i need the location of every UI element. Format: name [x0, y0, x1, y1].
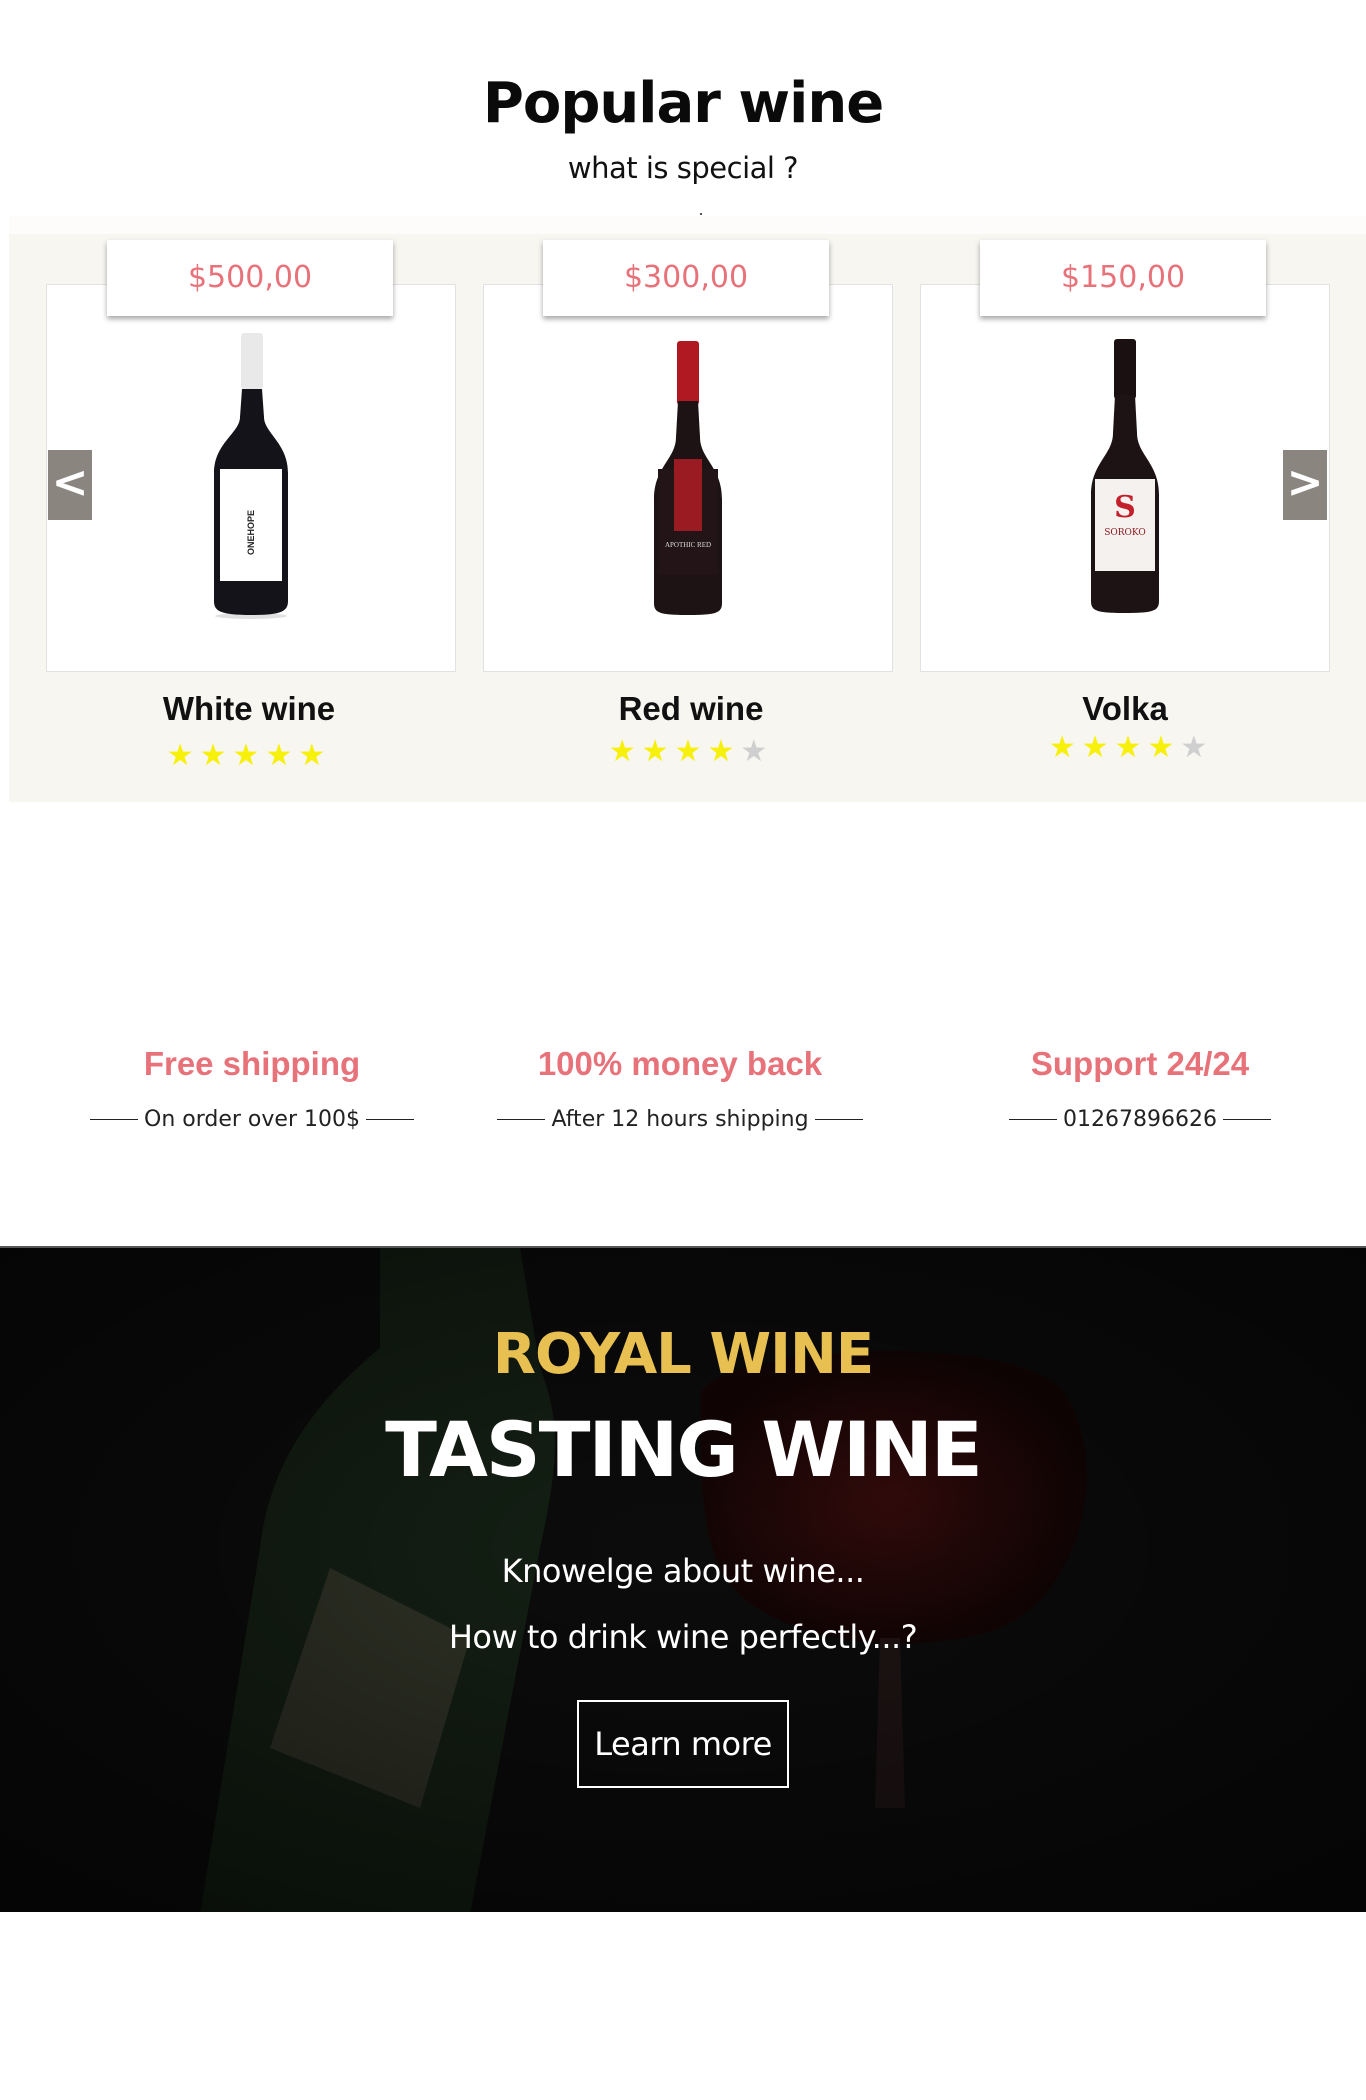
star-icon: ★: [1147, 730, 1181, 765]
star-icon: ★: [166, 738, 200, 773]
feature-free-shipping: Free shipping On order over 100$: [72, 1045, 432, 1132]
feature-title: Free shipping: [143, 1045, 361, 1082]
star-icon: ★: [608, 734, 642, 769]
star-icon: ★: [1114, 730, 1148, 765]
banner-text-line: Knowelge about wine...: [501, 1552, 865, 1590]
bottle-label-text: SOROKO: [1104, 528, 1146, 538]
product-name[interactable]: Volka: [920, 690, 1330, 728]
bottle-label-text: ONEHOPE: [246, 510, 256, 555]
feature-note: On order over 100$: [72, 1107, 432, 1132]
star-icon: ★: [740, 734, 774, 769]
bottle-shadow: [215, 613, 287, 619]
divider-line: [90, 1119, 139, 1120]
star-icon: ★: [1048, 730, 1082, 765]
wine-bottle-image: APOTHIC RED: [654, 341, 722, 615]
popular-section-header: Popular wine what is special ?: [0, 60, 1366, 185]
feature-note-text: 01267896626: [1063, 1107, 1217, 1132]
price-tag: $300,00: [543, 240, 829, 316]
carousel-prev-button[interactable]: <: [48, 450, 92, 520]
product-name[interactable]: White wine: [44, 690, 454, 728]
star-icon: ★: [1180, 730, 1214, 765]
product-card-volka[interactable]: S SOROKO: [920, 284, 1330, 672]
section-title: Popular wine: [482, 71, 884, 136]
wine-bottle-image: S SOROKO: [1091, 339, 1159, 613]
wine-bottle-image: ONEHOPE: [214, 333, 288, 619]
feature-note: After 12 hours shipping: [496, 1107, 864, 1132]
feature-note: 01267896626: [990, 1107, 1290, 1132]
star-icon: ★: [265, 738, 299, 773]
divider-dot: [700, 213, 702, 215]
star-icon: ★: [641, 734, 675, 769]
feature-note-text: On order over 100$: [144, 1107, 360, 1132]
rating-stars: ★★★★★: [44, 738, 454, 773]
section-subtitle: what is special ?: [567, 151, 799, 185]
star-icon: ★: [1081, 730, 1115, 765]
banner-content: ROYAL WINE TASTING WINE Knowelge about w…: [0, 1248, 1366, 1788]
divider-line: [497, 1119, 546, 1120]
banner-brand: ROYAL WINE: [492, 1322, 874, 1387]
price-tag: $150,00: [980, 240, 1266, 316]
star-icon: ★: [674, 734, 708, 769]
feature-title: 100% money back: [537, 1045, 823, 1082]
brand-monogram: S: [1114, 490, 1136, 525]
star-icon: ★: [199, 738, 233, 773]
star-icon: ★: [232, 738, 266, 773]
divider-line: [365, 1119, 414, 1120]
carousel-next-button[interactable]: >: [1283, 450, 1327, 520]
bottle-label-art: [674, 459, 702, 531]
banner-text-line: How to drink wine perfectly...?: [448, 1618, 918, 1656]
rating-stars: ★★★★★: [486, 734, 896, 769]
bottle-capsule: [241, 333, 263, 389]
product-card-red-wine[interactable]: APOTHIC RED: [483, 284, 893, 672]
rating-stars: ★★★★★: [926, 730, 1336, 765]
banner-headline: TASTING WINE: [385, 1405, 983, 1494]
feature-money-back: 100% money back After 12 hours shipping: [496, 1045, 864, 1132]
product-name[interactable]: Red wine: [486, 690, 896, 728]
product-card-white-wine[interactable]: ONEHOPE: [46, 284, 456, 672]
price-tag: $500,00: [107, 240, 393, 316]
feature-support: Support 24/24 01267896626: [990, 1045, 1290, 1132]
learn-more-button[interactable]: Learn more: [577, 1700, 789, 1788]
bottle-capsule: [677, 341, 699, 405]
bottle-capsule: [1114, 339, 1136, 399]
tasting-banner: ROYAL WINE TASTING WINE Knowelge about w…: [0, 1246, 1366, 1912]
divider-line: [1222, 1119, 1271, 1120]
feature-title: Support 24/24: [1030, 1045, 1250, 1082]
bottle-label-text: APOTHIC RED: [665, 541, 711, 549]
carousel-top-band: [9, 216, 1366, 234]
star-icon: ★: [298, 738, 332, 773]
divider-line: [814, 1119, 863, 1120]
divider-line: [1009, 1119, 1058, 1120]
star-icon: ★: [707, 734, 741, 769]
feature-note-text: After 12 hours shipping: [551, 1107, 809, 1132]
